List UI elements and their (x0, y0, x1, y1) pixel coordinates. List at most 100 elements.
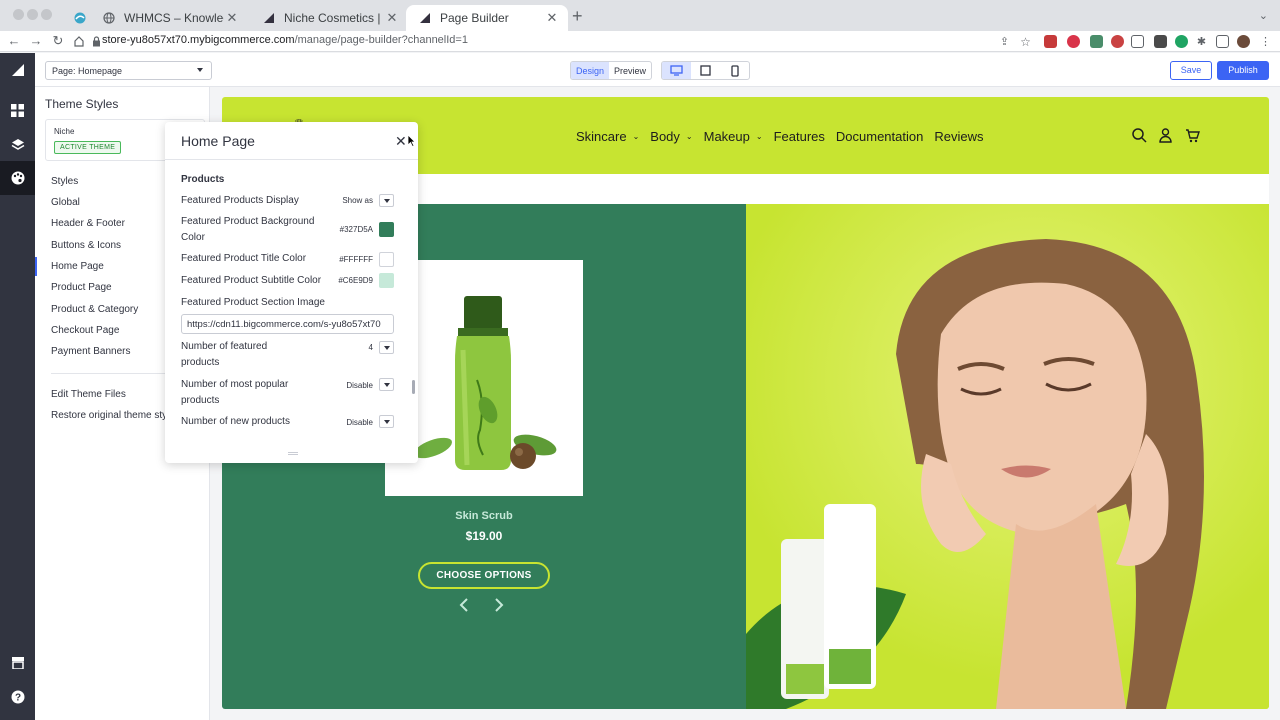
extension-green-icon[interactable] (1090, 35, 1103, 48)
save-button[interactable]: Save (1170, 61, 1212, 80)
forward-icon[interactable]: → (28, 33, 44, 49)
minimize-window-button[interactable] (27, 9, 38, 20)
tablet-view-icon[interactable] (691, 62, 720, 79)
home-icon[interactable] (71, 33, 87, 51)
sidebar-item-buttons-icons[interactable]: Buttons & Icons (51, 240, 121, 251)
publish-button[interactable]: Publish (1217, 61, 1269, 80)
close-window-button[interactable] (13, 9, 24, 20)
nav-item-features[interactable]: Features (774, 129, 825, 144)
chevron-down-icon: ⌄ (632, 132, 640, 141)
most-popular-value[interactable]: Disable (315, 381, 373, 390)
sidebar-item-payment-banners[interactable]: Payment Banners (51, 346, 131, 357)
product-name[interactable]: Skin Scrub (385, 510, 583, 522)
panel-scrollbar[interactable] (412, 380, 415, 394)
design-tab[interactable]: Design (571, 62, 610, 79)
share-icon[interactable]: ⇪ (998, 35, 1011, 48)
extension-red-icon[interactable] (1067, 35, 1080, 48)
bigcommerce-icon (262, 11, 276, 25)
sidepanel-icon[interactable] (1216, 35, 1229, 48)
nav-item-documentation[interactable]: Documentation (836, 129, 923, 144)
featured-display-dropdown[interactable] (379, 194, 394, 207)
active-item-indicator (35, 257, 37, 276)
subtitle-color-value[interactable]: #C6E9D9 (315, 276, 373, 285)
num-featured-dropdown[interactable] (379, 341, 394, 354)
browser-menu-icon[interactable]: ⋮ (1259, 35, 1272, 48)
url-field[interactable]: store-yu8o57xt70.mybigcommerce.com/manag… (102, 34, 468, 46)
section-image-label: Featured Product Section Image (181, 297, 325, 308)
profile-avatar[interactable] (1237, 35, 1250, 48)
sidebar-item-product-page[interactable]: Product Page (51, 282, 112, 293)
extension-dark-icon[interactable] (1154, 35, 1167, 48)
bg-color-swatch[interactable] (379, 222, 394, 237)
cart-icon[interactable] (1185, 128, 1200, 148)
new-tab-button[interactable]: + (572, 7, 583, 25)
screenshot-icon[interactable] (1131, 35, 1144, 48)
section-image-url-input[interactable]: https://cdn11.bigcommerce.com/s-yu8o57xt… (181, 314, 394, 334)
sidebar-item-home-page[interactable]: Home Page (51, 261, 104, 272)
desktop-view-icon[interactable] (662, 62, 691, 79)
extension-counter-icon[interactable] (1044, 35, 1057, 48)
nav-item-makeup[interactable]: Makeup (704, 129, 750, 144)
carousel-next-icon[interactable] (493, 597, 505, 618)
back-icon[interactable]: ← (6, 33, 22, 49)
storefront-icon[interactable] (0, 646, 35, 680)
nav-item-body[interactable]: Body (650, 129, 680, 144)
tab-page-builder[interactable]: Page Builder ✕ (406, 5, 568, 31)
carousel-prev-icon[interactable] (458, 597, 470, 618)
mobile-view-icon[interactable] (720, 62, 749, 79)
device-toggle (661, 61, 750, 80)
sidebar-item-product-category[interactable]: Product & Category (51, 304, 138, 315)
widgets-icon[interactable] (0, 93, 35, 127)
subtitle-color-label: Featured Product Subtitle Color (181, 275, 322, 286)
layers-icon[interactable] (0, 127, 35, 161)
reload-icon[interactable]: ↻ (50, 33, 66, 49)
url-path: /manage/page-builder?channelId=1 (294, 34, 468, 46)
bigcommerce-icon (418, 11, 432, 25)
close-icon[interactable]: ✕ (395, 133, 407, 150)
panel-resize-handle[interactable] (288, 452, 298, 455)
theme-styles-palette-icon[interactable] (0, 161, 35, 195)
bg-color-value[interactable]: #327D5A (315, 225, 373, 234)
close-tab-icon[interactable]: ✕ (224, 10, 240, 26)
page-select-dropdown[interactable]: Page: Homepage (45, 61, 212, 80)
new-products-dropdown[interactable] (379, 415, 394, 428)
tab-pinned[interactable] (62, 5, 86, 31)
tab-search-icon[interactable]: ⌄ (1259, 9, 1268, 22)
sidebar-item-header-footer[interactable]: Header & Footer (51, 218, 125, 229)
sidebar-item-global[interactable]: Global (51, 197, 80, 208)
new-products-value[interactable]: Disable (315, 418, 373, 427)
restore-theme-styles-link[interactable]: Restore original theme styles (51, 410, 180, 421)
puzzle-icon[interactable]: ✱ (1195, 35, 1208, 48)
subtitle-color-swatch[interactable] (379, 273, 394, 288)
featured-display-label: Featured Products Display (181, 195, 299, 206)
title-color-value[interactable]: #FFFFFF (315, 255, 373, 264)
tab-niche-cosmetics[interactable]: Niche Cosmetics | BigCommerce ✕ (250, 5, 408, 31)
close-tab-icon[interactable]: ✕ (384, 10, 400, 26)
title-color-swatch[interactable] (379, 252, 394, 267)
hero-banner-image (746, 204, 1269, 709)
page-builder-toolbar: Page: Homepage Design Preview Save Publi… (35, 53, 1280, 87)
sidebar-item-styles[interactable]: Styles (51, 176, 78, 187)
tab-whmcs[interactable]: WHMCS – Knowledgebase ✕ (90, 5, 248, 31)
sidebar-item-checkout-page[interactable]: Checkout Page (51, 325, 119, 336)
extension-shield-icon[interactable] (1111, 35, 1124, 48)
bookmark-star-icon[interactable]: ☆ (1019, 35, 1032, 49)
close-tab-icon[interactable]: ✕ (544, 10, 560, 26)
edit-theme-files-link[interactable]: Edit Theme Files (51, 389, 126, 400)
title-color-label: Featured Product Title Color (181, 253, 307, 264)
choose-options-button[interactable]: CHOOSE OPTIONS (418, 562, 550, 589)
hero-model-illustration (746, 204, 1269, 709)
nav-item-skincare[interactable]: Skincare (576, 129, 627, 144)
help-icon[interactable]: ? (0, 680, 35, 714)
maximize-window-button[interactable] (41, 9, 52, 20)
nav-item-reviews[interactable]: Reviews (934, 129, 983, 144)
preview-tab[interactable]: Preview (609, 62, 651, 79)
search-icon[interactable] (1132, 128, 1147, 148)
grammarly-icon[interactable] (1175, 35, 1188, 48)
chevron-down-icon (197, 68, 203, 72)
most-popular-dropdown[interactable] (379, 378, 394, 391)
num-featured-value[interactable]: 4 (315, 343, 373, 352)
account-icon[interactable] (1159, 128, 1172, 148)
featured-display-value[interactable]: Show as (315, 196, 373, 205)
bigcommerce-logo-icon[interactable] (0, 53, 35, 87)
